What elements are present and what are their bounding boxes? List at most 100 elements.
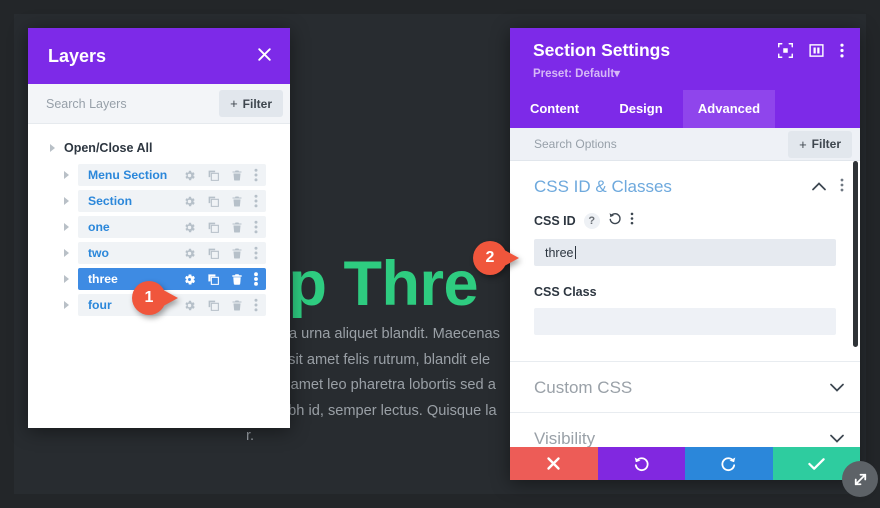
trash-icon[interactable] xyxy=(231,299,243,312)
more-vertical-icon[interactable] xyxy=(840,43,844,58)
more-vertical-icon[interactable] xyxy=(254,194,258,208)
tab-design[interactable]: Design xyxy=(599,90,683,128)
more-vertical-icon[interactable] xyxy=(254,246,258,260)
duplicate-icon[interactable] xyxy=(207,221,220,234)
check-icon xyxy=(808,457,825,470)
chevron-down-icon: ▾ xyxy=(614,68,620,80)
trash-icon[interactable] xyxy=(231,247,243,260)
close-icon[interactable] xyxy=(257,47,272,65)
gear-icon[interactable] xyxy=(183,299,196,312)
resize-handle[interactable] xyxy=(842,461,878,497)
duplicate-icon[interactable] xyxy=(207,273,220,286)
layer-label: four xyxy=(88,298,112,312)
more-vertical-icon[interactable] xyxy=(254,298,258,312)
options-filter-button[interactable]: + Filter xyxy=(788,130,852,158)
plus-icon: + xyxy=(230,96,238,111)
settings-tabs: Content Design Advanced xyxy=(510,90,860,128)
group-title: Custom CSS xyxy=(534,378,633,397)
trash-icon[interactable] xyxy=(231,169,243,182)
layer-row-two[interactable]: two xyxy=(64,242,266,264)
redo-button[interactable] xyxy=(685,447,773,480)
focus-target-icon[interactable] xyxy=(778,43,793,58)
layer-label: three xyxy=(88,272,118,286)
trash-icon[interactable] xyxy=(231,273,243,286)
layer-row-section[interactable]: Section xyxy=(64,190,266,212)
tab-advanced[interactable]: Advanced xyxy=(683,90,775,128)
group-css-id-and-classes[interactable]: CSS ID & Classes xyxy=(510,161,860,211)
settings-scrollbar[interactable] xyxy=(853,161,858,347)
reset-icon[interactable] xyxy=(608,211,622,230)
duplicate-icon[interactable] xyxy=(207,195,220,208)
css-class-input[interactable] xyxy=(534,308,836,335)
layer-row-actions xyxy=(183,272,258,286)
search-options-input[interactable] xyxy=(534,137,789,151)
help-icon[interactable]: ? xyxy=(583,212,600,229)
redo-icon xyxy=(721,457,736,472)
duplicate-icon[interactable] xyxy=(207,247,220,260)
search-layers-input[interactable] xyxy=(46,96,220,111)
close-icon-glyph xyxy=(258,48,271,61)
more-vertical-icon[interactable] xyxy=(630,212,634,230)
layer-row-three[interactable]: three xyxy=(64,268,266,290)
layer-label: two xyxy=(88,246,109,260)
layer-row-one[interactable]: one xyxy=(64,216,266,238)
more-vertical-icon[interactable] xyxy=(254,220,258,234)
layers-search-row: + Filter xyxy=(28,84,290,124)
gear-icon[interactable] xyxy=(183,221,196,234)
options-search-row: + Filter xyxy=(510,128,860,161)
layers-panel: Layers + Filter Open/Close All Menu Sect… xyxy=(28,28,290,428)
more-vertical-icon[interactable] xyxy=(254,168,258,182)
caret-right-icon xyxy=(64,249,69,257)
css-id-input[interactable]: three xyxy=(534,239,836,266)
layer-row-four[interactable]: four xyxy=(64,294,266,316)
caret-right-icon xyxy=(64,171,69,179)
more-vertical-icon[interactable] xyxy=(254,272,258,286)
caret-right-icon xyxy=(64,275,69,283)
group-more-icon[interactable] xyxy=(840,178,844,197)
gear-icon[interactable] xyxy=(183,273,196,286)
group-custom-css[interactable]: Custom CSS xyxy=(510,362,860,412)
layer-label: one xyxy=(88,220,110,234)
trash-icon[interactable] xyxy=(231,221,243,234)
tab-content[interactable]: Content xyxy=(510,90,599,128)
group-title: CSS ID & Classes xyxy=(534,177,672,196)
layer-label: Section xyxy=(88,194,133,208)
undo-icon xyxy=(634,457,649,472)
layers-filter-button[interactable]: + Filter xyxy=(219,90,283,117)
settings-panel-title: Section Settings xyxy=(533,40,671,60)
resize-diagonal-icon xyxy=(854,473,866,485)
caret-right-icon xyxy=(64,301,69,309)
layer-row-actions xyxy=(183,298,258,312)
chevron-down-icon[interactable] xyxy=(830,430,844,447)
layer-row-actions xyxy=(183,194,258,208)
layers-panel-title: Layers xyxy=(48,45,107,66)
gear-icon[interactable] xyxy=(183,247,196,260)
chevron-down-icon[interactable] xyxy=(830,379,844,397)
duplicate-icon[interactable] xyxy=(207,299,220,312)
field-css-class: CSS Class xyxy=(510,285,860,335)
layer-row-actions xyxy=(183,220,258,234)
preset-selector[interactable]: Preset: Default▾ xyxy=(533,66,844,80)
layers-panel-header: Layers xyxy=(28,28,290,84)
layer-row-actions xyxy=(183,168,258,182)
settings-action-bar xyxy=(510,447,860,480)
layer-row-actions xyxy=(183,246,258,260)
close-icon xyxy=(547,457,560,470)
open-close-all-toggle[interactable]: Open/Close All xyxy=(28,136,290,160)
duplicate-icon[interactable] xyxy=(207,169,220,182)
chevron-up-icon[interactable] xyxy=(812,178,826,196)
group-visibility[interactable]: Visibility xyxy=(510,413,860,447)
cancel-button[interactable] xyxy=(510,447,598,480)
settings-panel-header: Section Settings Preset: Default▾ xyxy=(510,28,860,90)
undo-button[interactable] xyxy=(597,447,685,480)
trash-icon[interactable] xyxy=(231,195,243,208)
caret-right-icon xyxy=(50,144,55,152)
gear-icon[interactable] xyxy=(183,195,196,208)
preset-label: Preset: Default xyxy=(533,68,615,80)
css-id-label-row: CSS ID ? xyxy=(534,211,836,230)
text-cursor xyxy=(574,246,576,259)
css-class-label-row: CSS Class xyxy=(534,285,836,299)
layout-columns-icon[interactable] xyxy=(809,43,824,58)
gear-icon[interactable] xyxy=(183,169,196,182)
layer-row-menu-section[interactable]: Menu Section xyxy=(64,164,266,186)
